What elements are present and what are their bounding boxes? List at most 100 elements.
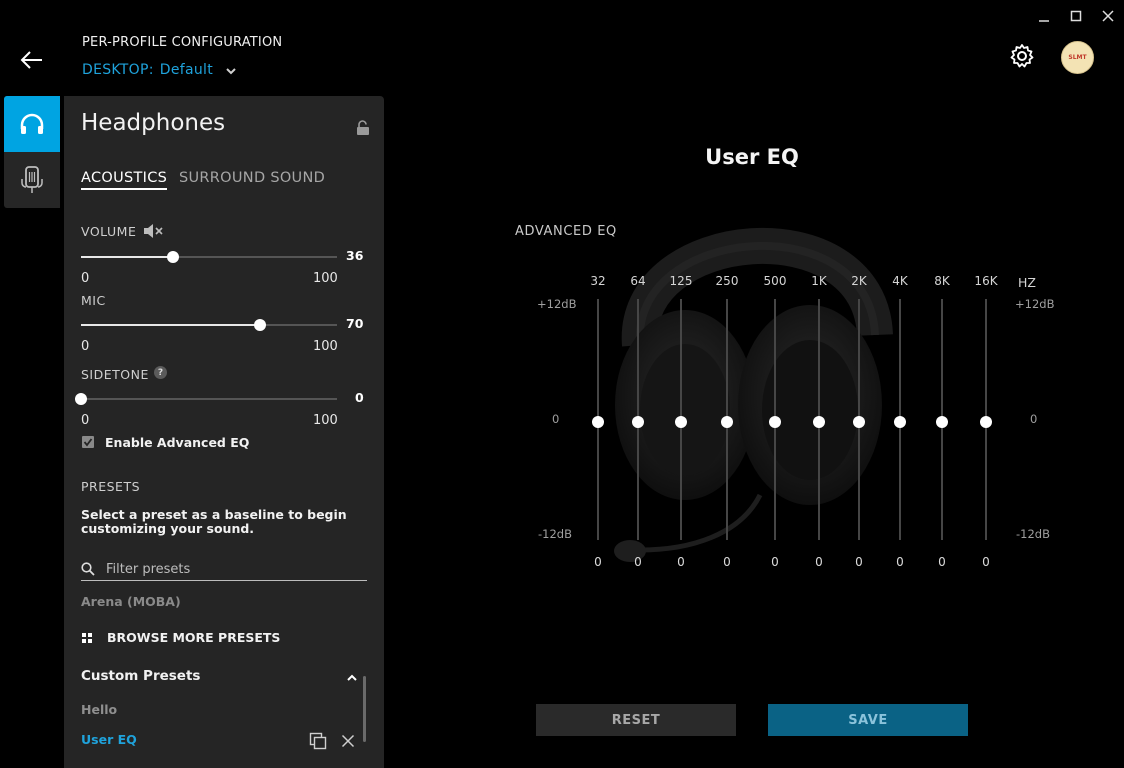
panel-title: Headphones — [81, 110, 226, 136]
maximize-button[interactable] — [1064, 6, 1088, 26]
delete-preset-button[interactable] — [341, 734, 355, 748]
eq-freq-label: 2K — [851, 274, 867, 288]
volume-max: 100 — [313, 271, 338, 286]
eq-freq-label: 125 — [669, 274, 693, 288]
eq-freq-label: 16K — [974, 274, 998, 288]
mic-value: 70 — [346, 316, 364, 331]
sidetone-value: 0 — [355, 390, 364, 405]
search-underline — [81, 580, 367, 581]
eq-band-handle[interactable] — [813, 416, 825, 428]
checkmark-icon — [83, 438, 93, 447]
eq-freq-label: 500 — [763, 274, 787, 288]
sidetone-max: 100 — [313, 413, 338, 428]
eq-freq-label: 4K — [892, 274, 908, 288]
eq-band-handle[interactable] — [721, 416, 733, 428]
eq-band-handle[interactable] — [592, 416, 604, 428]
eq-band-handle[interactable] — [853, 416, 865, 428]
volume-label: VOLUME — [81, 224, 137, 239]
mic-slider[interactable] — [81, 319, 337, 331]
db-top-left: +12dB — [537, 297, 577, 311]
profile-prefix: DESKTOP: — [82, 62, 154, 78]
search-icon — [81, 562, 95, 576]
advanced-eq-checkbox[interactable] — [82, 436, 94, 448]
eq-band-value: 0 — [771, 555, 779, 569]
collapse-custom-presets[interactable] — [346, 672, 358, 682]
mic-max: 100 — [313, 339, 338, 354]
presets-description-line2: customizing your sound. — [81, 521, 255, 536]
volume-min: 0 — [81, 271, 90, 286]
sidetone-min: 0 — [81, 413, 90, 428]
hz-label: HZ — [1018, 275, 1036, 290]
custom-preset-hello[interactable]: Hello — [81, 702, 117, 717]
volume-slider[interactable] — [81, 251, 337, 263]
eq-band-value: 0 — [815, 555, 823, 569]
headphones-icon — [20, 113, 44, 134]
device-sidebar — [4, 96, 60, 208]
eq-band-value: 0 — [896, 555, 904, 569]
duplicate-icon — [309, 732, 327, 750]
eq-band-value: 0 — [634, 555, 642, 569]
presets-scrollbar[interactable] — [363, 676, 366, 742]
close-window-button[interactable] — [1096, 6, 1120, 26]
eq-band-value: 0 — [855, 555, 863, 569]
browse-more-label: BROWSE MORE PRESETS — [107, 630, 281, 645]
microphone-icon — [21, 166, 43, 193]
lock-icon — [357, 120, 369, 135]
sidetone-help-icon[interactable]: ? — [154, 366, 167, 379]
tab-surround-sound[interactable]: SURROUND SOUND — [179, 170, 325, 186]
eq-band-value: 0 — [982, 555, 990, 569]
db-zero-left: 0 — [552, 412, 560, 426]
profile-name: Default — [159, 62, 214, 78]
close-icon — [341, 734, 355, 748]
advanced-eq-heading: ADVANCED EQ — [515, 224, 617, 239]
settings-button[interactable] — [1008, 42, 1036, 70]
custom-presets-heading: Custom Presets — [81, 668, 201, 684]
mic-label: MIC — [81, 293, 106, 308]
minimize-button[interactable] — [1032, 6, 1056, 26]
grid-icon — [82, 632, 92, 643]
eq-band-handle[interactable] — [675, 416, 687, 428]
eq-band-handle[interactable] — [894, 416, 906, 428]
custom-preset-user-eq[interactable]: User EQ — [81, 732, 137, 747]
save-button[interactable]: SAVE — [768, 704, 968, 736]
back-button[interactable] — [14, 44, 50, 76]
gear-icon — [1010, 44, 1034, 68]
db-zero-right: 0 — [1030, 412, 1038, 426]
lock-button[interactable] — [356, 120, 370, 136]
sidebar-item-microphone[interactable] — [4, 152, 60, 208]
eq-band-handle[interactable] — [769, 416, 781, 428]
eq-freq-label: 32 — [590, 274, 606, 288]
mute-button[interactable] — [142, 222, 164, 240]
reset-button[interactable]: RESET — [536, 704, 736, 736]
eq-freq-label: 250 — [715, 274, 739, 288]
presets-description-line1: Select a preset as a baseline to begin — [81, 507, 347, 522]
eq-band-handle[interactable] — [632, 416, 644, 428]
preset-item-arena[interactable]: Arena (MOBA) — [81, 594, 181, 609]
mic-min: 0 — [81, 339, 90, 354]
sidetone-label: SIDETONE — [81, 367, 149, 382]
profile-selector[interactable]: DESKTOP: Default — [82, 62, 237, 78]
eq-freq-label: 8K — [934, 274, 950, 288]
eq-band-handle[interactable] — [980, 416, 992, 428]
eq-title: User EQ — [705, 145, 799, 169]
eq-band-value: 0 — [938, 555, 946, 569]
browse-more-presets-button[interactable]: BROWSE MORE PRESETS — [81, 630, 280, 645]
db-top-right: +12dB — [1015, 297, 1055, 311]
eq-band-value: 0 — [677, 555, 685, 569]
filter-presets-input[interactable] — [106, 560, 361, 578]
sidetone-slider-handle[interactable] — [75, 393, 87, 405]
eq-freq-label: 1K — [811, 274, 827, 288]
tab-acoustics[interactable]: ACOUSTICS — [81, 170, 168, 190]
avatar[interactable]: SLMT — [1061, 41, 1094, 74]
eq-band-handle[interactable] — [936, 416, 948, 428]
eq-band-value: 0 — [723, 555, 731, 569]
duplicate-preset-button[interactable] — [309, 732, 327, 750]
sidebar-item-headphones[interactable] — [4, 96, 60, 152]
volume-value: 36 — [346, 248, 364, 263]
headset-illustration — [600, 195, 900, 565]
eq-freq-label: 64 — [630, 274, 646, 288]
back-arrow-icon — [20, 51, 42, 69]
advanced-eq-label: Enable Advanced EQ — [105, 435, 250, 450]
chevron-up-icon — [347, 674, 357, 681]
sidetone-slider[interactable] — [75, 393, 337, 405]
